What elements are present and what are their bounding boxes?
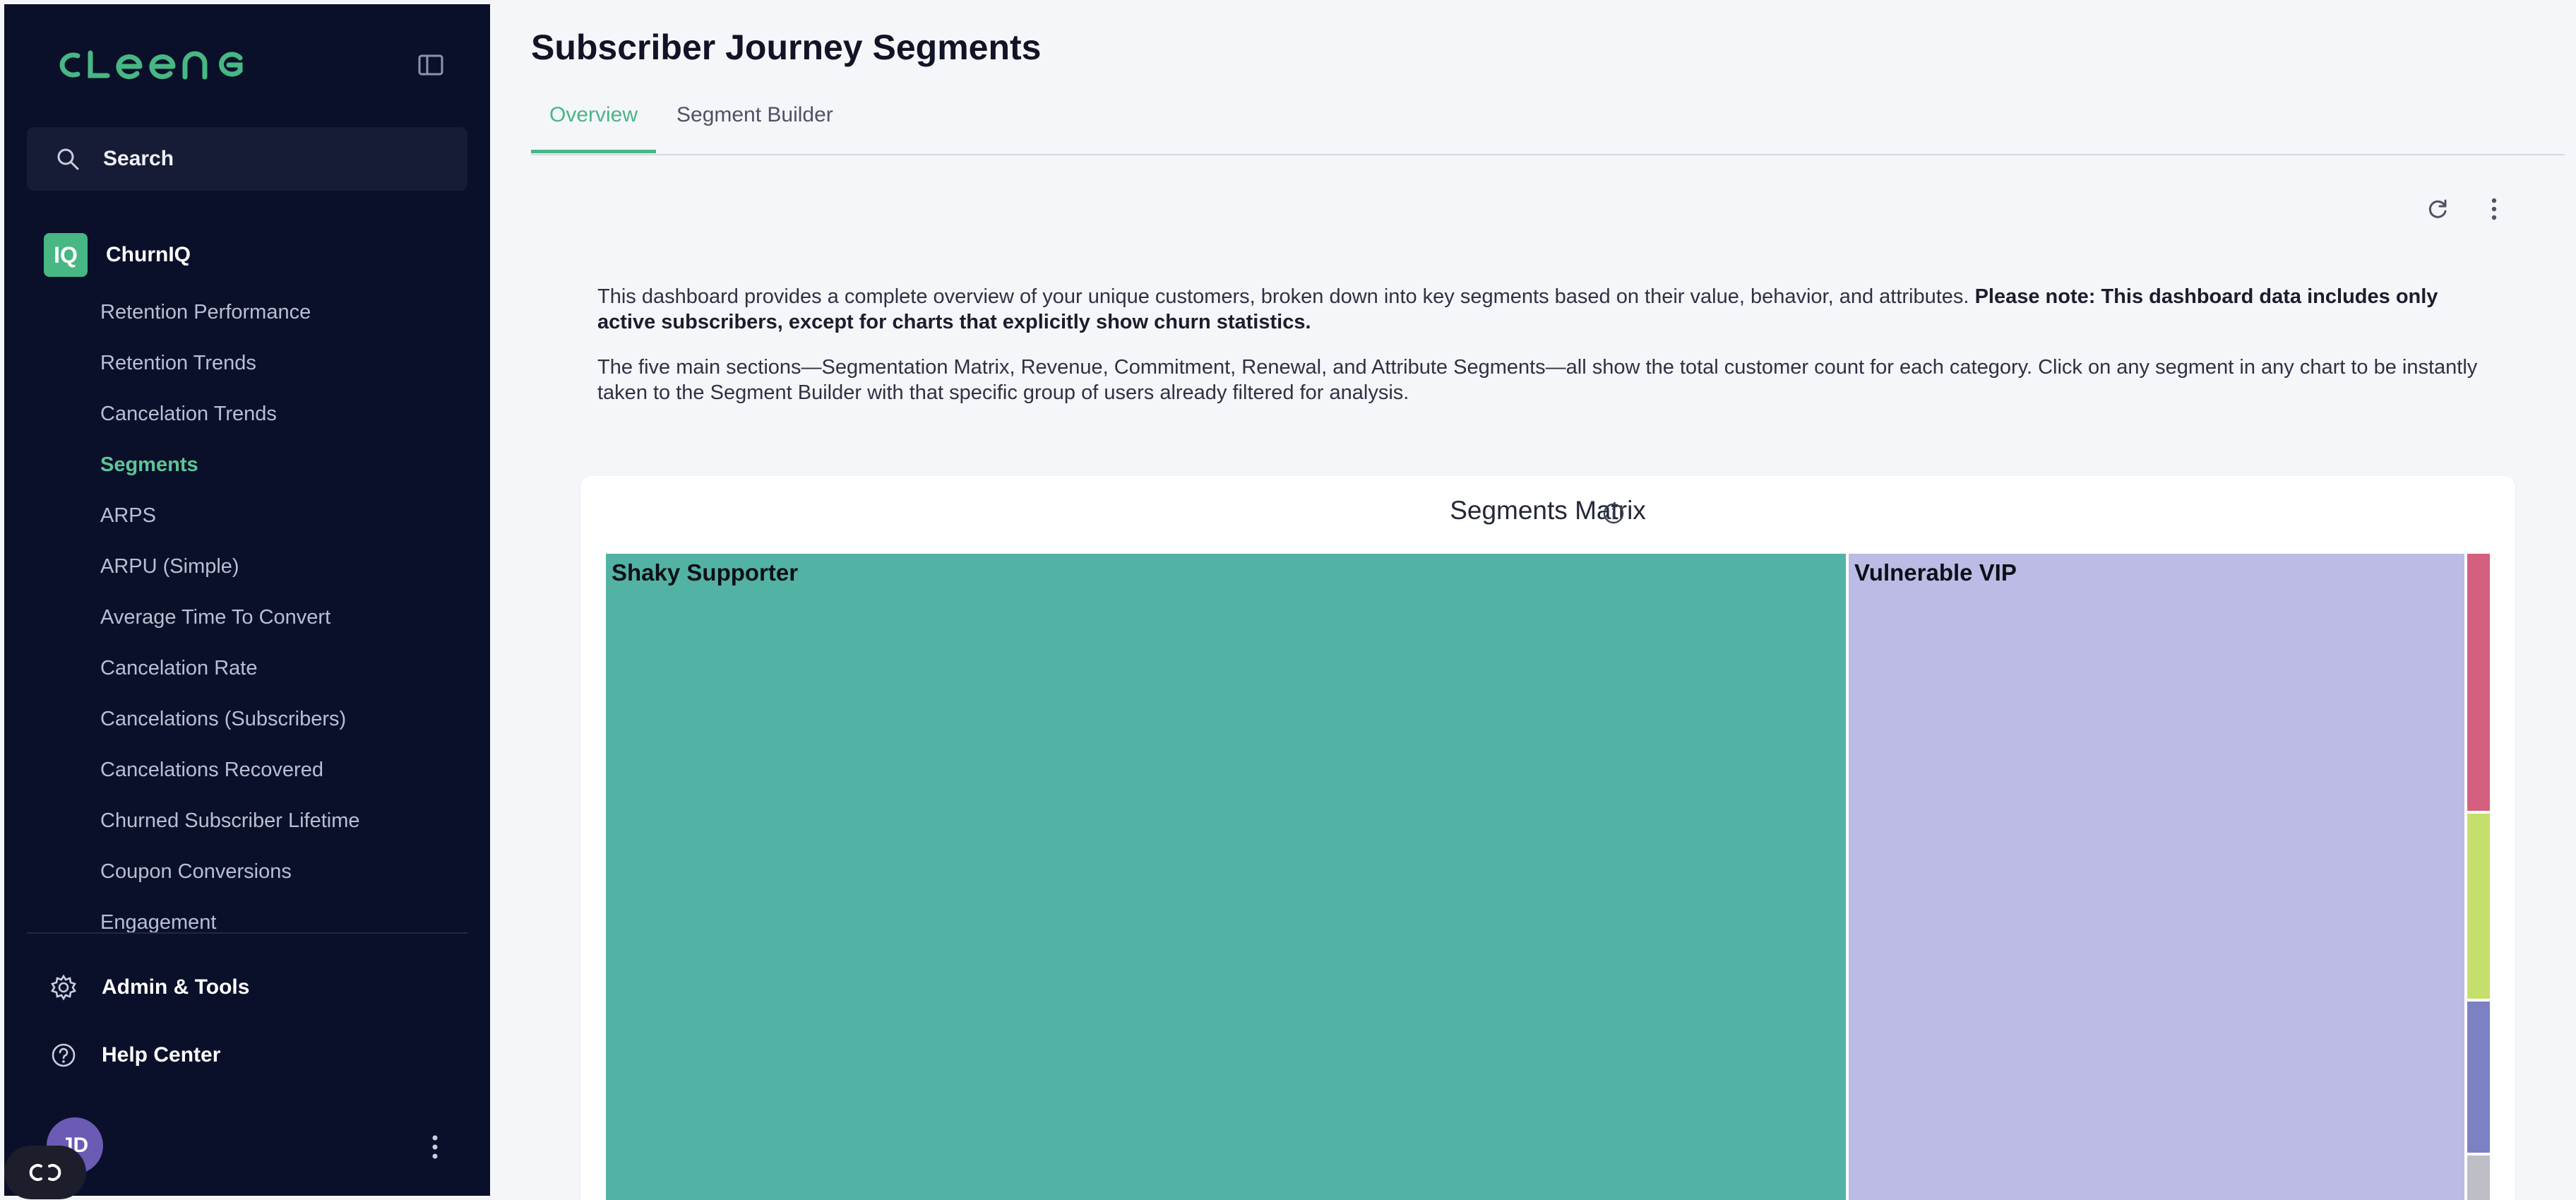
sidebar-item-retention-trends[interactable]: Retention Trends xyxy=(100,352,256,375)
product-churniq[interactable]: IQ ChurnIQ xyxy=(44,233,191,277)
sidebar-item-arpu-simple[interactable]: ARPU (Simple) xyxy=(100,555,239,578)
more-options-button[interactable] xyxy=(2479,194,2510,225)
segment-label: Vulnerable VIP xyxy=(1854,559,2017,586)
search-box[interactable]: Search xyxy=(27,127,467,191)
tab-segment-builder[interactable]: Segment Builder xyxy=(676,103,833,150)
segment-tile-6[interactable] xyxy=(2467,1156,2490,1200)
sidebar-item-arps[interactable]: ARPS xyxy=(100,504,156,528)
refresh-button[interactable] xyxy=(2422,194,2453,225)
search-label: Search xyxy=(103,147,174,170)
page-title: Subscriber Journey Segments xyxy=(531,28,1042,67)
segment-tile-3[interactable] xyxy=(2467,554,2490,811)
segment-shaky-supporter[interactable]: Shaky Supporter xyxy=(606,554,1846,1200)
more-vertical-icon xyxy=(2491,198,2497,220)
help-circle-icon xyxy=(49,1041,78,1069)
help-center-label: Help Center xyxy=(102,1043,221,1067)
help-center-link[interactable]: Help Center xyxy=(49,1041,220,1069)
tab-overview[interactable]: Overview xyxy=(531,103,657,153)
segments-matrix-card: Segments Matrix Shaky Supporter Vulnerabl… xyxy=(580,476,2515,1200)
sidebar-item-engagement[interactable]: Engagement xyxy=(100,911,216,934)
sidebar-nav: Retention Performance Retention Trends C… xyxy=(4,292,490,934)
cookie-consent-button[interactable] xyxy=(4,1146,86,1199)
refresh-icon xyxy=(2428,199,2447,218)
tab-bar: Overview Segment Builder xyxy=(531,97,2565,155)
user-menu-button[interactable] xyxy=(421,1131,449,1163)
sidebar-item-segments[interactable]: Segments xyxy=(100,453,198,477)
sidebar-item-average-time-to-convert[interactable]: Average Time To Convert xyxy=(100,606,330,629)
search-icon xyxy=(54,145,82,173)
segment-vulnerable-vip[interactable]: Vulnerable VIP xyxy=(1849,554,2464,1200)
sidebar-toggle-icon xyxy=(418,54,443,76)
description-text: This dashboard provides a complete overv… xyxy=(597,285,1975,308)
chart-title: Segments Matrix xyxy=(580,496,2515,525)
cookie-consent-icon xyxy=(29,1164,61,1181)
cleeng-logo[interactable] xyxy=(51,47,249,83)
main-content: Subscriber Journey Segments Overview Seg… xyxy=(490,0,2576,1200)
sidebar-item-cancelation-rate[interactable]: Cancelation Rate xyxy=(100,657,257,680)
cleeng-logo-mark xyxy=(59,50,243,80)
sidebar-item-churned-subscriber-lifetime[interactable]: Churned Subscriber Lifetime xyxy=(100,809,360,833)
sidebar-item-retention-performance[interactable]: Retention Performance xyxy=(100,301,311,324)
gear-icon xyxy=(49,973,78,1002)
description-paragraph-2: The five main sections—Segmentation Matr… xyxy=(597,356,2478,404)
sidebar-item-cancelation-trends[interactable]: Cancelation Trends xyxy=(100,403,277,426)
info-button[interactable] xyxy=(1602,501,1626,525)
more-vertical-icon xyxy=(432,1135,438,1159)
product-name: ChurnIQ xyxy=(106,243,191,266)
churniq-badge-icon: IQ xyxy=(44,233,88,277)
sidebar-item-cancelations-subscribers[interactable]: Cancelations (Subscribers) xyxy=(100,708,346,731)
admin-tools-label: Admin & Tools xyxy=(102,975,250,999)
sidebar-divider xyxy=(27,932,467,934)
info-icon xyxy=(1603,503,1624,524)
sidebar-item-coupon-conversions[interactable]: Coupon Conversions xyxy=(100,860,292,884)
segment-label: Shaky Supporter xyxy=(612,559,799,586)
description-paragraph-1: This dashboard provides a complete overv… xyxy=(597,284,2490,335)
segment-tile-4[interactable] xyxy=(2467,814,2490,999)
segments-treemap: Shaky Supporter Vulnerable VIP xyxy=(606,554,2493,1200)
admin-tools-link[interactable]: Admin & Tools xyxy=(49,973,249,1002)
segment-tile-5[interactable] xyxy=(2467,1002,2490,1153)
sidebar-item-cancelations-recovered[interactable]: Cancelations Recovered xyxy=(100,759,323,782)
dashboard-description: This dashboard provides a complete overv… xyxy=(597,284,2490,425)
sidebar: Search IQ ChurnIQ Retention Performance … xyxy=(4,4,490,1196)
sidebar-toggle-button[interactable] xyxy=(416,52,446,78)
